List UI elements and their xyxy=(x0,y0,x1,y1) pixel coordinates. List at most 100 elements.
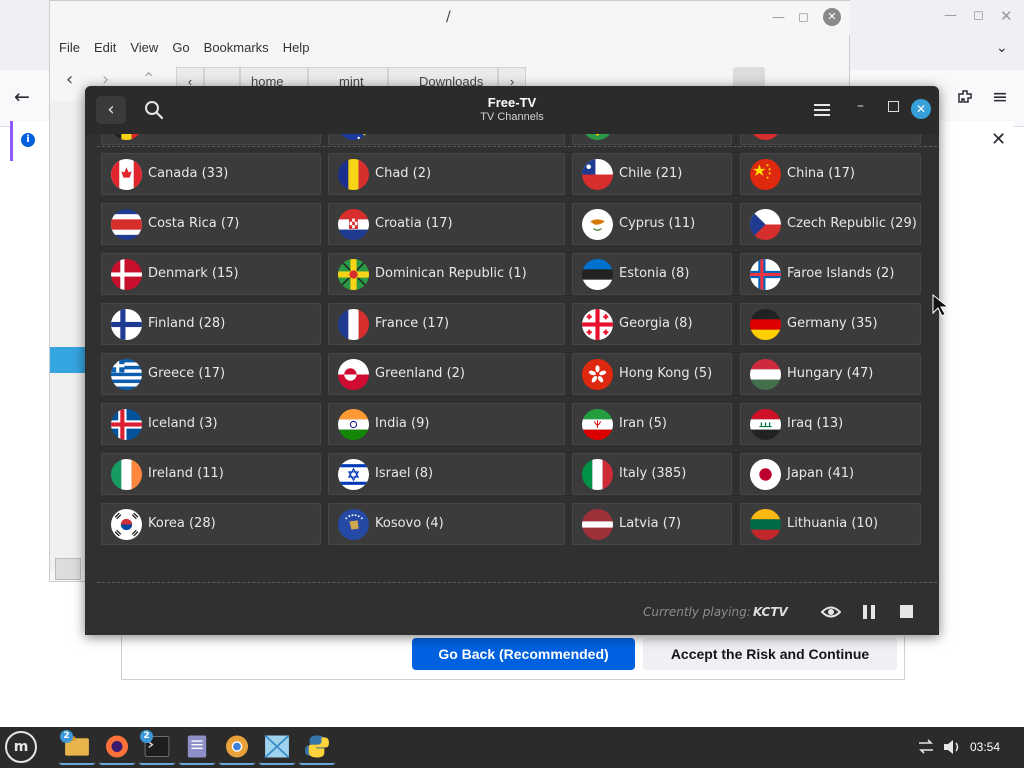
taskbar-terminal-launcher[interactable]: 2 xyxy=(139,730,175,765)
files-minimize-button[interactable]: — xyxy=(772,10,785,25)
country-tile-label: Ireland (11) xyxy=(148,466,224,481)
menu-view[interactable]: View xyxy=(130,40,158,55)
country-tile-iceland[interactable]: Iceland (3) xyxy=(101,403,321,445)
maximize-button[interactable] xyxy=(888,101,899,112)
country-tile-hungary[interactable]: Hungary (47) xyxy=(740,353,921,395)
country-tile-label: Hong Kong (5) xyxy=(619,366,713,381)
close-button[interactable]: ✕ xyxy=(911,99,931,119)
files-back-icon[interactable]: ‹ xyxy=(66,69,73,90)
files-close-button[interactable]: ✕ xyxy=(823,8,841,26)
country-tile-finland[interactable]: Finland (28) xyxy=(101,303,321,345)
browser-minimize-button[interactable]: — xyxy=(944,8,957,23)
japan-flag-icon xyxy=(750,459,781,490)
browser-back-icon[interactable]: ← xyxy=(14,86,30,108)
stop-icon[interactable] xyxy=(900,605,913,618)
country-tile-estonia[interactable]: Estonia (8) xyxy=(572,253,732,295)
country-tile-ireland[interactable]: Ireland (11) xyxy=(101,453,321,495)
menu-file[interactable]: File xyxy=(59,40,80,55)
taskbar-files-launcher[interactable]: 2 xyxy=(59,730,95,765)
accept-risk-button[interactable]: Accept the Risk and Continue xyxy=(643,638,897,670)
minimize-button[interactable]: – xyxy=(857,98,864,114)
search-icon[interactable] xyxy=(142,98,166,122)
taskbar-python-launcher[interactable] xyxy=(299,730,335,765)
country-tile-canada[interactable]: Canada (33) xyxy=(101,153,321,195)
country-tile-chile[interactable]: Chile (21) xyxy=(572,153,732,195)
eye-icon[interactable] xyxy=(821,604,841,620)
country-tile-greenland[interactable]: Greenland (2) xyxy=(328,353,565,395)
taskbar-free-tv-launcher[interactable] xyxy=(259,730,295,765)
iraq-flag-icon xyxy=(750,409,781,440)
country-tile-bulgaria[interactable]: Bulgaria (3) xyxy=(740,134,921,145)
country-tile-georgia[interactable]: Georgia (8) xyxy=(572,303,732,345)
croatia-flag-icon xyxy=(338,209,369,240)
country-tile-belgium[interactable]: Belgium (13) xyxy=(101,134,321,145)
text-editor-icon xyxy=(179,730,215,767)
faroe-flag-icon xyxy=(750,259,781,290)
country-tile-label: Italy (385) xyxy=(619,466,687,481)
menu-bookmarks[interactable]: Bookmarks xyxy=(204,40,269,55)
country-tile-costa-rica[interactable]: Costa Rica (7) xyxy=(101,203,321,245)
extensions-icon[interactable] xyxy=(956,88,974,106)
pause-icon[interactable] xyxy=(862,604,876,620)
country-tile-korea[interactable]: Korea (28) xyxy=(101,503,321,545)
ireland-flag-icon xyxy=(111,459,142,490)
country-tile-italy[interactable]: Italy (385) xyxy=(572,453,732,495)
window-count-badge: 2 xyxy=(140,730,153,743)
france-flag-icon xyxy=(338,309,369,340)
taskbar-chromium-launcher[interactable] xyxy=(219,730,255,765)
country-tile-faroe[interactable]: Faroe Islands (2) xyxy=(740,253,921,295)
sidebar-item-active[interactable] xyxy=(50,347,90,373)
menu-go[interactable]: Go xyxy=(172,40,189,55)
country-tile-iran[interactable]: Iran (5) xyxy=(572,403,732,445)
costa-rica-flag-icon xyxy=(111,209,142,240)
country-tile-label: Chile (21) xyxy=(619,166,683,181)
clock: 03:54 xyxy=(970,740,1001,754)
country-tile-japan[interactable]: Japan (41) xyxy=(740,453,921,495)
country-tile-latvia[interactable]: Latvia (7) xyxy=(572,503,732,545)
country-tile-germany[interactable]: Germany (35) xyxy=(740,303,921,345)
country-tile-cyprus[interactable]: Cyprus (11) xyxy=(572,203,732,245)
taskbar-firefox-launcher[interactable] xyxy=(99,730,135,765)
network-icon[interactable] xyxy=(917,739,935,755)
volume-icon[interactable] xyxy=(943,739,961,755)
country-tile-kosovo[interactable]: Kosovo (4) xyxy=(328,503,565,545)
country-tile-denmark[interactable]: Denmark (15) xyxy=(101,253,321,295)
country-tile-label: Faroe Islands (2) xyxy=(787,266,895,281)
country-tile-china[interactable]: China (17) xyxy=(740,153,921,195)
hamburger-menu-icon[interactable] xyxy=(812,100,832,120)
country-tile-croatia[interactable]: Croatia (17) xyxy=(328,203,565,245)
taskbar-text-editor-launcher[interactable] xyxy=(179,730,215,765)
browser-maximize-button[interactable]: ◻ xyxy=(973,8,984,23)
country-tile-brazil[interactable]: Brazil (11) xyxy=(572,134,732,145)
app-menu-icon[interactable]: ≡ xyxy=(992,86,1008,108)
country-tile-czech[interactable]: Czech Republic (29) xyxy=(740,203,921,245)
country-tile-hong-kong[interactable]: Hong Kong (5) xyxy=(572,353,732,395)
country-tile-bosnia[interactable]: Bosnia and Herzegovina (15) xyxy=(328,134,565,145)
country-tile-lithuania[interactable]: Lithuania (10) xyxy=(740,503,921,545)
menu-edit[interactable]: Edit xyxy=(94,40,116,55)
browser-close-button[interactable]: ✕ xyxy=(1000,7,1013,25)
country-tile-label: China (17) xyxy=(787,166,855,181)
canada-flag-icon xyxy=(111,159,142,190)
country-tile-chad[interactable]: Chad (2) xyxy=(328,153,565,195)
country-tile-dominican[interactable]: Dominican Republic (1) xyxy=(328,253,565,295)
go-back-button[interactable]: Go Back (Recommended) xyxy=(412,638,635,670)
tab-list-chevron-icon[interactable]: ⌄ xyxy=(996,40,1008,56)
sidebar-folder-toggle[interactable] xyxy=(55,558,81,580)
belgium-flag-icon xyxy=(111,134,142,140)
latvia-flag-icon xyxy=(582,509,613,540)
lithuania-flag-icon xyxy=(750,509,781,540)
china-flag-icon xyxy=(750,159,781,190)
menu-help[interactable]: Help xyxy=(283,40,310,55)
country-tile-iraq[interactable]: Iraq (13) xyxy=(740,403,921,445)
notification-close-icon[interactable]: ✕ xyxy=(991,129,1006,150)
country-tile-israel[interactable]: Israel (8) xyxy=(328,453,565,495)
country-tile-india[interactable]: India (9) xyxy=(328,403,565,445)
files-maximize-button[interactable]: ◻ xyxy=(798,10,809,25)
denmark-flag-icon xyxy=(111,259,142,290)
country-tile-france[interactable]: France (17) xyxy=(328,303,565,345)
back-button[interactable]: ‹ xyxy=(96,96,126,124)
country-tile-label: Costa Rica (7) xyxy=(148,216,240,231)
country-tile-greece[interactable]: Greece (17) xyxy=(101,353,321,395)
start-menu-icon[interactable]: m xyxy=(5,731,37,763)
